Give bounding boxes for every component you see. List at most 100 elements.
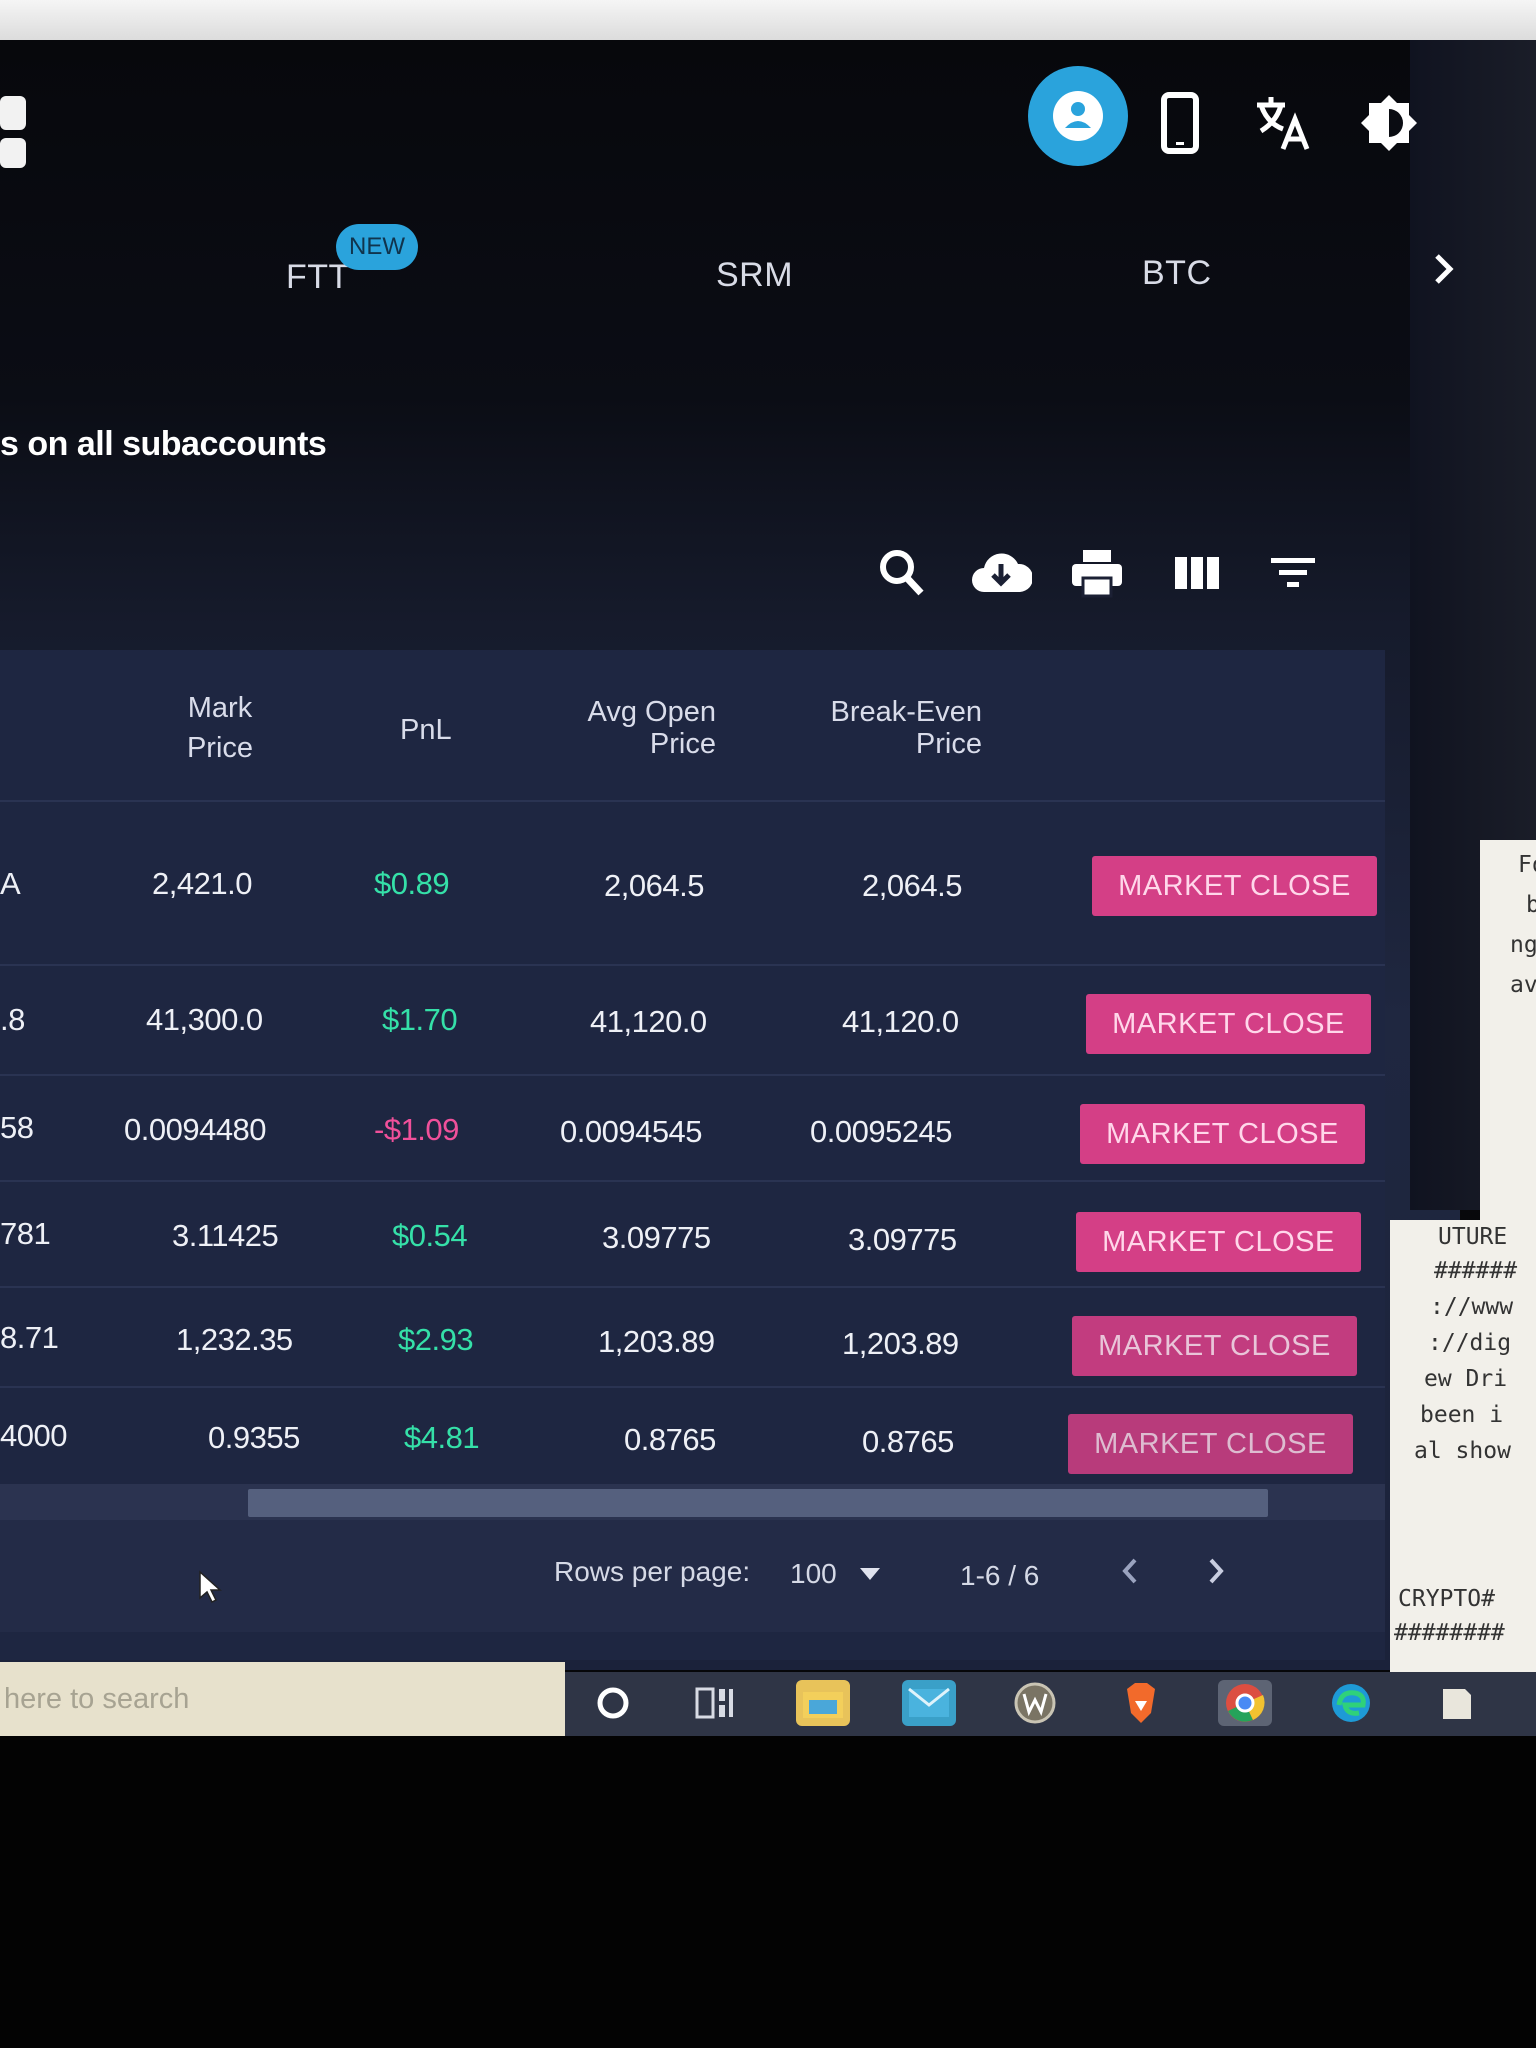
task-view-icon	[695, 1687, 733, 1719]
notepad-line: ew Dri	[1424, 1366, 1508, 1392]
header-mark-price-line2: Price	[186, 732, 254, 764]
print-icon	[1072, 550, 1122, 598]
header-avg-open-price[interactable]: Avg Open Price	[580, 696, 716, 760]
mark-price-cell: 1,232.35	[176, 1322, 293, 1357]
translate-button[interactable]	[1250, 90, 1316, 156]
notepad-line: ://www	[1430, 1294, 1514, 1320]
avg-open-cell: 0.8765	[624, 1422, 716, 1457]
screen-photo: { "tabs": [ {"label": "FTT", "badge": "N…	[0, 0, 1536, 2048]
tabs-next-button[interactable]	[1424, 246, 1464, 292]
scrollbar-thumb[interactable]	[248, 1489, 1268, 1517]
notepad-button[interactable]	[1430, 1680, 1484, 1726]
monitor-bezel	[0, 1736, 1536, 2048]
pnl-cell: -$1.09	[374, 1112, 459, 1147]
mail-button[interactable]	[902, 1680, 956, 1726]
break-even-cell: 1,203.89	[842, 1326, 959, 1361]
chevron-right-icon	[1209, 1558, 1224, 1584]
logo	[0, 96, 26, 130]
market-close-button[interactable]: MARKET CLOSE	[1068, 1414, 1353, 1474]
market-close-button[interactable]: MARKET CLOSE	[1076, 1212, 1361, 1272]
mark-price-cell: 0.9355	[208, 1420, 300, 1455]
notepad-line: ng	[1510, 932, 1536, 958]
header-mark-price[interactable]: Mark Price	[180, 688, 260, 768]
notepad-line: ########	[1394, 1620, 1505, 1646]
print-button[interactable]	[1070, 548, 1124, 603]
filter-icon	[1271, 558, 1315, 587]
previous-page-button[interactable]	[1120, 1556, 1154, 1596]
mobile-button[interactable]	[1152, 88, 1208, 158]
header-avg-open-line2: Price	[649, 728, 716, 760]
break-even-cell: 2,064.5	[862, 868, 962, 903]
notepad-icon	[1443, 1689, 1471, 1719]
chrome-button[interactable]	[1218, 1680, 1272, 1726]
avg-open-cell: 2,064.5	[604, 868, 704, 903]
header-break-even-line2: Price	[915, 728, 982, 760]
pnl-cell: $0.89	[374, 866, 450, 901]
size-cell: 8.71	[0, 1320, 59, 1355]
notepad-line: UTURE	[1438, 1224, 1508, 1250]
game-icon	[1014, 1682, 1056, 1724]
notepad-line: av	[1510, 972, 1536, 998]
pnl-cell: $4.81	[404, 1420, 480, 1455]
rows-per-page-value: 100	[790, 1558, 837, 1589]
next-page-button[interactable]	[1206, 1556, 1240, 1596]
notepad-window-top: Fo b ng av	[1480, 840, 1536, 1220]
columns-icon	[1175, 557, 1219, 589]
notepad-line: CRYPTO#	[1398, 1586, 1495, 1612]
mark-price-cell: 41,300.0	[146, 1002, 263, 1037]
mark-price-cell: 0.0094480	[124, 1112, 267, 1147]
tab-ftt[interactable]: FTT	[286, 258, 350, 297]
tab-btc[interactable]: BTC	[1142, 254, 1212, 293]
tab-btc-label: BTC	[1142, 254, 1212, 292]
market-close-button[interactable]: MARKET CLOSE	[1072, 1316, 1357, 1376]
mark-price-cell: 2,421.0	[152, 866, 252, 901]
mark-price-cell: 3.11425	[172, 1218, 279, 1253]
search-button[interactable]	[878, 548, 926, 603]
account-button[interactable]	[1028, 66, 1128, 166]
size-cell: 781	[0, 1216, 51, 1251]
folder-icon	[803, 1692, 843, 1718]
notepad-line: been i	[1420, 1402, 1504, 1428]
edge-button[interactable]	[1324, 1680, 1378, 1726]
notepad-line: Fo	[1518, 852, 1536, 878]
notepad-line: ######	[1434, 1258, 1518, 1284]
columns-button[interactable]	[1174, 556, 1220, 595]
header-pnl[interactable]: PnL	[400, 710, 452, 750]
pnl-cell: $1.70	[382, 1002, 458, 1037]
tab-srm[interactable]: SRM	[716, 256, 793, 295]
avg-open-cell: 0.0094545	[560, 1114, 703, 1149]
cortana-button[interactable]	[586, 1680, 640, 1726]
filter-button[interactable]	[1270, 556, 1316, 595]
market-close-button[interactable]: MARKET CLOSE	[1086, 994, 1371, 1054]
size-cell: 58	[0, 1110, 34, 1145]
rows-per-page-label: Rows per page:	[554, 1556, 751, 1587]
avg-open-cell: 41,120.0	[590, 1004, 707, 1039]
cloud-download-icon	[972, 553, 1034, 592]
size-cell: 4000	[0, 1418, 67, 1453]
theme-button[interactable]	[1356, 90, 1422, 156]
caret-down-icon	[859, 1568, 880, 1580]
tab-srm-label: SRM	[716, 256, 794, 294]
download-button[interactable]	[970, 548, 1034, 601]
subaccounts-notice: s on all subaccounts	[0, 425, 327, 463]
size-cell: A	[0, 866, 21, 901]
mouse-cursor-icon	[199, 1570, 222, 1604]
taskbar-search-input[interactable]: here to search	[0, 1662, 565, 1736]
market-close-button[interactable]: MARKET CLOSE	[1080, 1104, 1365, 1164]
logo-part	[0, 138, 26, 168]
wot-button[interactable]	[1008, 1680, 1062, 1726]
task-view-button[interactable]	[688, 1680, 742, 1726]
brave-button[interactable]	[1114, 1680, 1168, 1726]
header-pnl-label: PnL	[400, 714, 452, 746]
edge-icon	[1332, 1684, 1370, 1722]
pagination-range: 1-6 / 6	[960, 1560, 1040, 1591]
notepad-line: ://dig	[1428, 1330, 1512, 1356]
rows-per-page-select[interactable]: 100	[790, 1554, 890, 1594]
break-even-cell: 0.8765	[862, 1424, 954, 1459]
market-close-button[interactable]: MARKET CLOSE	[1092, 856, 1377, 916]
size-cell: .8	[0, 1002, 25, 1037]
file-explorer-button[interactable]	[796, 1680, 850, 1726]
header-mark-price-line1: Mark	[187, 692, 253, 724]
break-even-cell: 3.09775	[848, 1222, 957, 1257]
header-break-even-price[interactable]: Break-Even Price	[820, 696, 982, 760]
